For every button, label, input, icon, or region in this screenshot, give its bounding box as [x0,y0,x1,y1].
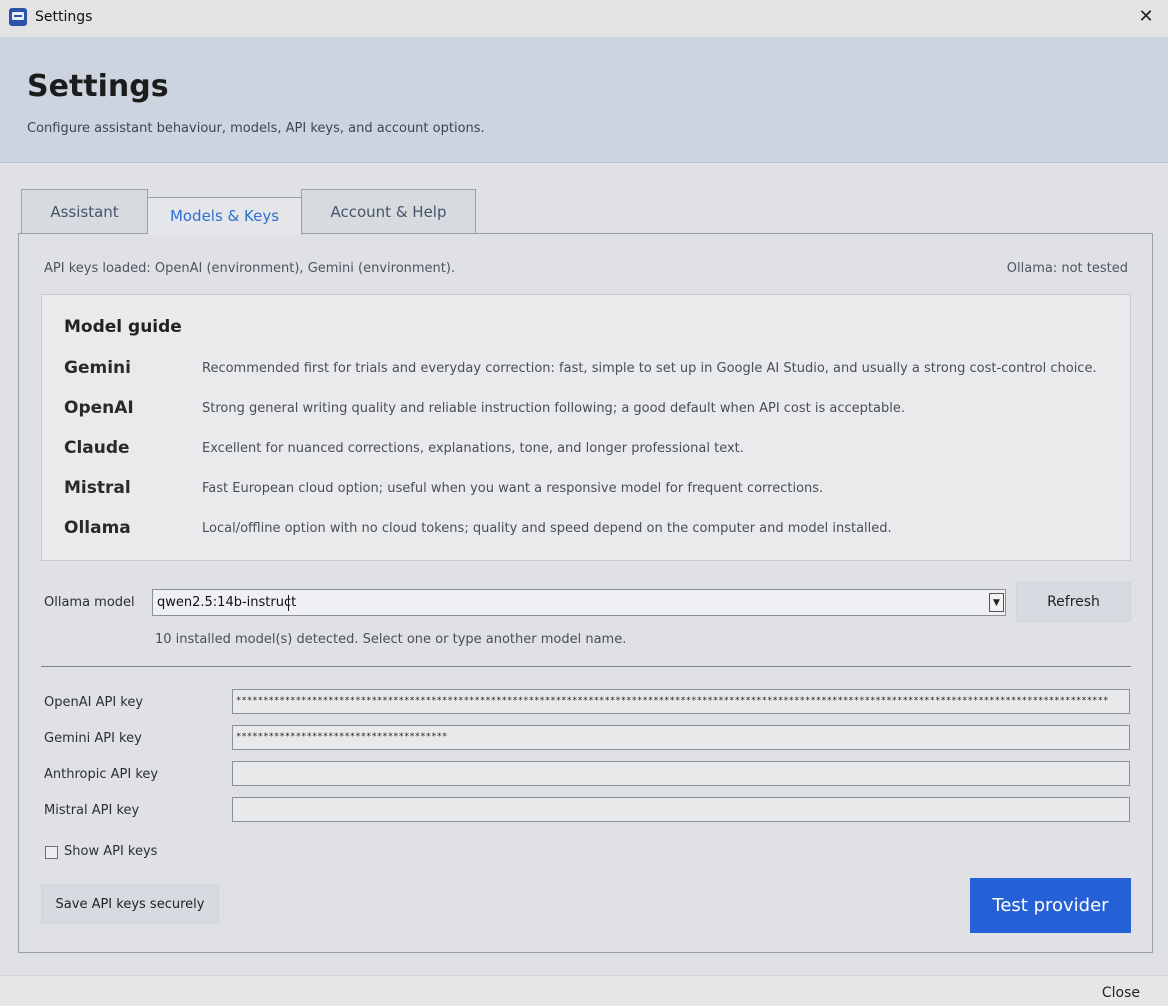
openai-key-label: OpenAI API key [44,695,144,710]
close-button[interactable]: Close [1102,985,1140,1001]
model-guide-title: Model guide [64,317,182,337]
guide-row-claude: Claude Excellent for nuanced corrections… [64,436,1124,466]
ollama-model-label: Ollama model [44,595,135,610]
gemini-key-field[interactable]: *************************************** [232,725,1130,750]
settings-header: Settings Configure assistant behaviour, … [0,37,1168,163]
show-api-keys-label[interactable]: Show API keys [64,844,157,859]
guide-model-desc: Fast European cloud option; useful when … [202,481,824,496]
anthropic-key-label: Anthropic API key [44,767,159,782]
section-divider [41,666,1131,667]
guide-model-desc: Local/offline option with no cloud token… [202,521,892,536]
models-keys-panel: API keys loaded: OpenAI (environment), G… [18,233,1153,953]
guide-model-desc: Excellent for nuanced corrections, expla… [202,441,744,456]
guide-model-name: Ollama [64,518,131,538]
show-api-keys-checkbox[interactable] [45,846,58,859]
guide-row-gemini: Gemini Recommended first for trials and … [64,356,1124,386]
window-title: Settings [35,9,93,25]
app-icon [9,8,27,26]
tab-models-keys[interactable]: Models & Keys [147,197,302,235]
guide-model-name: Mistral [64,478,131,498]
guide-row-ollama: Ollama Local/offline option with no clou… [64,516,1124,546]
page-title: Settings [27,69,169,104]
mistral-key-label: Mistral API key [44,803,140,818]
model-guide-box: Model guide Gemini Recommended first for… [41,294,1131,561]
test-provider-button[interactable]: Test provider [970,878,1131,933]
refresh-button[interactable]: Refresh [1016,582,1131,622]
page-subtitle: Configure assistant behaviour, models, A… [27,121,485,136]
close-window-icon[interactable]: ✕ [1134,5,1158,29]
gemini-key-label: Gemini API key [44,731,142,746]
guide-row-openai: OpenAI Strong general writing quality an… [64,396,1124,426]
guide-row-mistral: Mistral Fast European cloud option; usef… [64,476,1124,506]
dropdown-arrow-icon[interactable]: ▼ [989,593,1004,612]
mistral-key-field[interactable] [232,797,1130,822]
tab-account-help[interactable]: Account & Help [301,189,476,233]
keys-loaded-status: API keys loaded: OpenAI (environment), G… [44,261,456,276]
guide-model-name: Claude [64,438,130,458]
ollama-status: Ollama: not tested [1006,261,1128,276]
guide-model-name: Gemini [64,358,131,378]
guide-model-desc: Strong general writing quality and relia… [202,401,905,416]
dialog-footer: Close [0,975,1168,1006]
title-bar: Settings ✕ [0,0,1168,37]
text-caret [288,595,289,611]
ollama-model-hint: 10 installed model(s) detected. Select o… [155,632,627,647]
ollama-model-value[interactable]: qwen2.5:14b-instruct [157,595,296,610]
guide-model-name: OpenAI [64,398,134,418]
ollama-model-combobox[interactable]: qwen2.5:14b-instruct ▼ [152,589,1006,616]
tab-assistant[interactable]: Assistant [21,189,148,233]
openai-key-field[interactable]: ****************************************… [232,689,1130,714]
guide-model-desc: Recommended first for trials and everyda… [202,361,1097,376]
save-api-keys-button[interactable]: Save API keys securely [41,884,219,924]
anthropic-key-field[interactable] [232,761,1130,786]
